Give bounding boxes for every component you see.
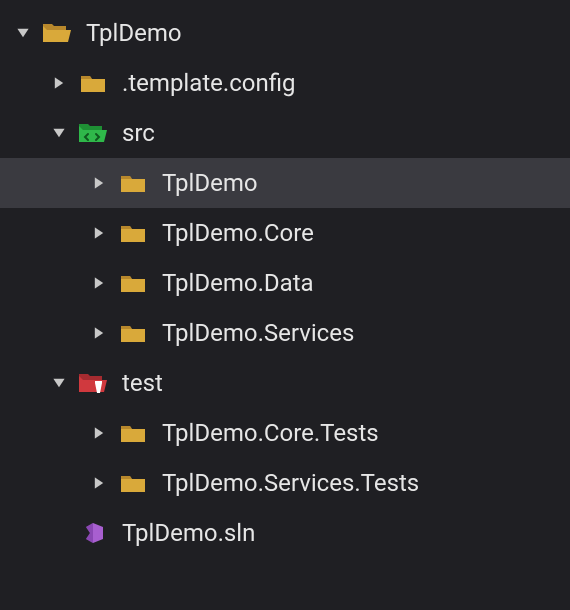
tree-row[interactable]: TplDemo.Services — [0, 308, 570, 358]
tree-item-label: test — [122, 369, 163, 397]
tree-row[interactable]: TplDemo — [0, 158, 570, 208]
folder-icon — [118, 221, 148, 245]
folder-icon — [118, 171, 148, 195]
folder-src-icon — [78, 121, 108, 145]
tree-item-label: src — [122, 119, 155, 147]
tree-row[interactable]: TplDemo.Services.Tests — [0, 458, 570, 508]
tree-row-root[interactable]: TplDemo — [0, 8, 570, 58]
tree-item-label: TplDemo.Services.Tests — [162, 469, 419, 497]
tree-row[interactable]: TplDemo.Core — [0, 208, 570, 258]
tree-item-label: TplDemo — [162, 169, 258, 197]
sln-file-icon — [78, 521, 108, 545]
folder-test-icon — [78, 371, 108, 395]
tree-item-label: TplDemo.Core.Tests — [162, 419, 379, 447]
tree-item-label: .template.config — [122, 69, 296, 97]
folder-icon — [78, 71, 108, 95]
folder-icon — [118, 421, 148, 445]
folder-icon — [118, 471, 148, 495]
chevron-right-icon[interactable] — [90, 174, 108, 192]
folder-icon — [118, 321, 148, 345]
chevron-down-icon[interactable] — [50, 124, 68, 142]
chevron-right-icon[interactable] — [90, 274, 108, 292]
tree-row[interactable]: TplDemo.Data — [0, 258, 570, 308]
tree-item-label: TplDemo.Core — [162, 219, 314, 247]
chevron-right-icon[interactable] — [90, 224, 108, 242]
chevron-right-icon[interactable] — [90, 474, 108, 492]
chevron-right-icon[interactable] — [90, 424, 108, 442]
tree-row[interactable]: TplDemo.Core.Tests — [0, 408, 570, 458]
solution-explorer-tree: TplDemo .template.config src — [0, 0, 570, 558]
chevron-down-icon[interactable] — [14, 24, 32, 42]
chevron-right-icon[interactable] — [50, 74, 68, 92]
tree-row[interactable]: .template.config — [0, 58, 570, 108]
tree-row[interactable]: test — [0, 358, 570, 408]
tree-item-label: TplDemo.sln — [122, 519, 255, 547]
folder-icon — [118, 271, 148, 295]
tree-item-label: TplDemo.Services — [162, 319, 354, 347]
folder-open-icon — [42, 21, 72, 45]
chevron-right-icon[interactable] — [90, 324, 108, 342]
tree-row[interactable]: TplDemo.sln — [0, 508, 570, 558]
tree-row[interactable]: src — [0, 108, 570, 158]
tree-item-label: TplDemo.Data — [162, 269, 314, 297]
chevron-down-icon[interactable] — [50, 374, 68, 392]
tree-item-label: TplDemo — [86, 19, 182, 47]
